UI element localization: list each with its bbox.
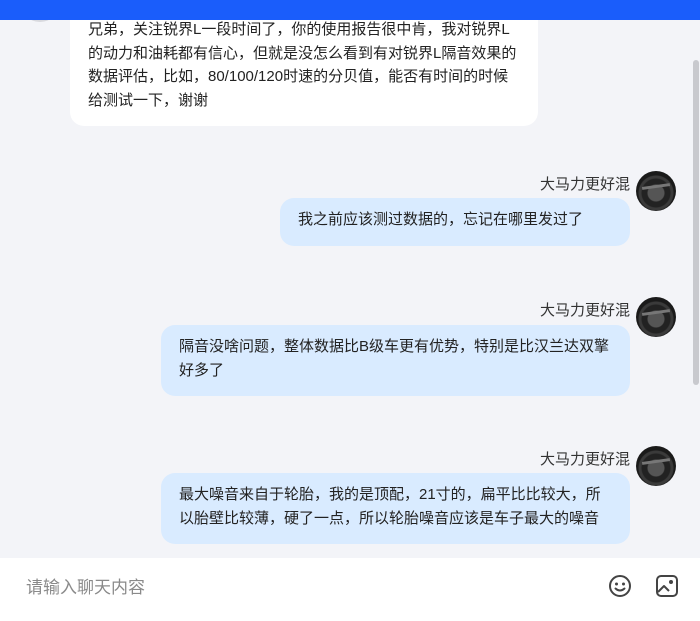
message-bubble: 我之前应该测过数据的，忘记在哪里发过了: [280, 198, 630, 246]
emoji-icon[interactable]: [607, 573, 633, 599]
sender-name: 大马力更好混: [539, 302, 630, 319]
sender-name: 大马力更好混: [539, 451, 630, 468]
message-outgoing: 隔音没啥问题，整体数据比B级车更有优势，特别是比汉兰达双擎好多了: [161, 325, 630, 396]
message-outgoing: 最大噪音来自于轮胎，我的是顶配，21寸的，扁平比比较大，所以胎壁比较薄，硬了一点…: [161, 473, 630, 544]
sender-name: 大马力更好混: [539, 176, 630, 193]
message-bubble: 隔音没啥问题，整体数据比B级车更有优势，特别是比汉兰达双擎好多了: [161, 325, 630, 396]
chat-area[interactable]: 兄弟，关注锐界L一段时间了，你的使用报告很中肯，我对锐界L的动力和油耗都有信心，…: [0, 20, 700, 558]
user-avatar: [636, 171, 676, 211]
image-icon[interactable]: [654, 573, 680, 599]
chat-input[interactable]: [24, 574, 588, 602]
user-avatar: [636, 446, 676, 486]
top-bar: [0, 0, 700, 20]
other-avatar: [20, 20, 60, 22]
scrollbar-thumb[interactable]: [693, 60, 699, 385]
user-avatar: [636, 297, 676, 337]
message-outgoing: 我之前应该测过数据的，忘记在哪里发过了: [280, 198, 630, 246]
message-bubble: 兄弟，关注锐界L一段时间了，你的使用报告很中肯，我对锐界L的动力和油耗都有信心，…: [70, 20, 538, 126]
message-incoming: 兄弟，关注锐界L一段时间了，你的使用报告很中肯，我对锐界L的动力和油耗都有信心，…: [70, 20, 538, 126]
message-bubble: 最大噪音来自于轮胎，我的是顶配，21寸的，扁平比比较大，所以胎壁比较薄，硬了一点…: [161, 473, 630, 544]
input-bar: [0, 558, 700, 621]
